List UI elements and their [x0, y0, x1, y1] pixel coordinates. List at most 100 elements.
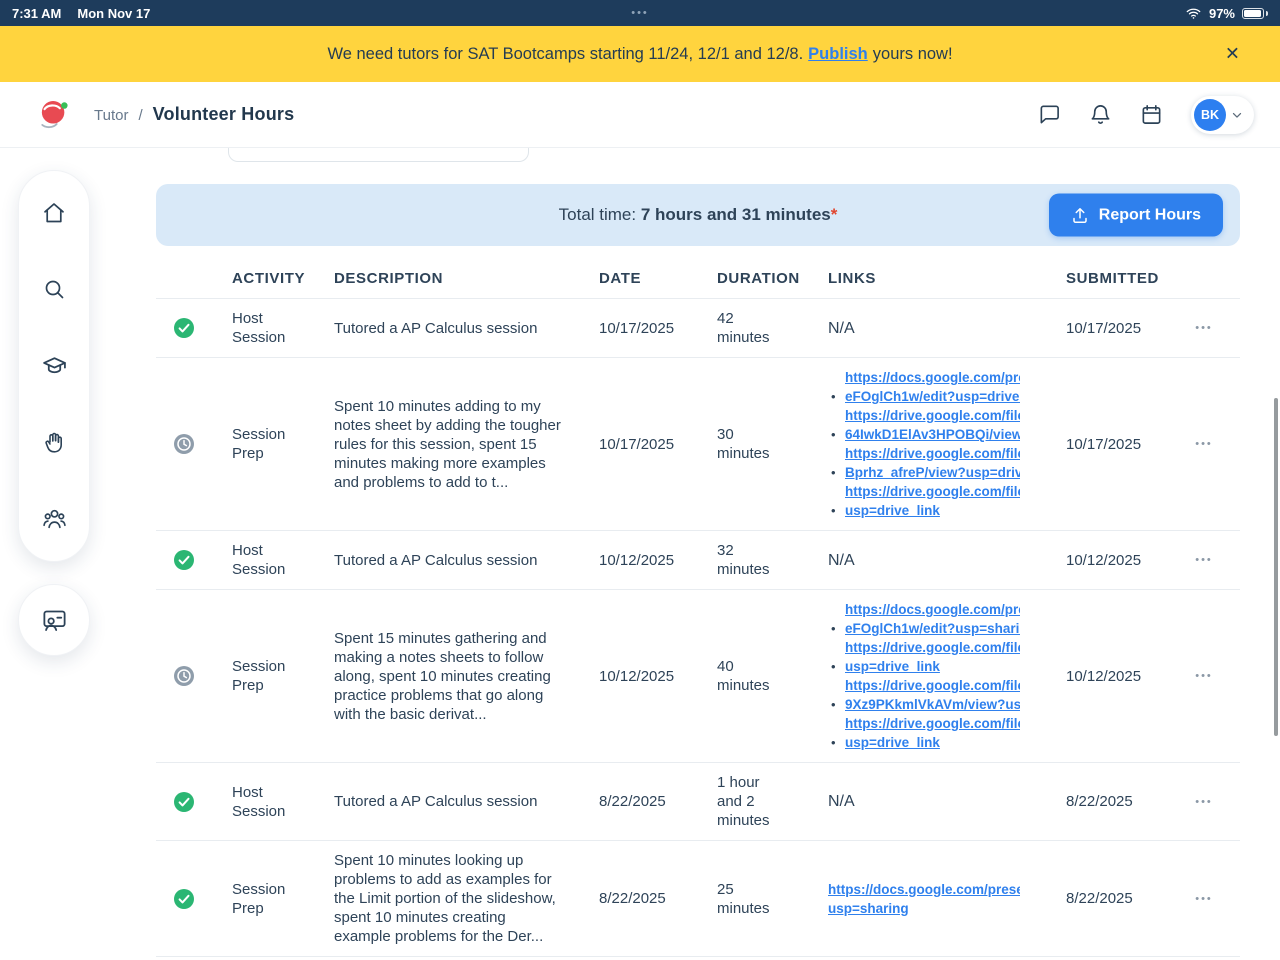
column-header-duration: DURATION [692, 269, 792, 288]
activity-cell: Session Prep [212, 425, 316, 463]
row-menu-button[interactable]: ••• [1191, 666, 1217, 686]
chevron-down-icon [1228, 108, 1251, 122]
schoolhouse-logo[interactable] [36, 97, 72, 133]
avatar[interactable]: BK [1194, 99, 1226, 131]
promo-message-text: We need tutors for SAT Bootcamps startin… [327, 45, 803, 63]
resource-link[interactable]: eFOglCh1w/edit?usp=sharin [845, 621, 1020, 636]
app-header: Tutor / Volunteer Hours BK [0, 82, 1280, 148]
status-bar: 7:31 AM Mon Nov 17 ••• 97% [0, 0, 1280, 26]
notifications-icon[interactable] [1089, 103, 1112, 126]
links-cell: https://docs.google.com/prese usp=sharing [792, 880, 1020, 918]
links-na: N/A [828, 320, 855, 337]
publish-link[interactable]: Publish [808, 45, 868, 63]
resource-link[interactable]: https://drive.google.com/file [845, 408, 1020, 423]
row-menu-button[interactable]: ••• [1191, 434, 1217, 454]
battery-icon [1242, 8, 1264, 19]
table-row: Host Session Tutored a AP Calculus sessi… [156, 299, 1240, 358]
duration-cell: 32 minutes [692, 541, 792, 579]
clock-status-icon [174, 666, 194, 686]
links-na: N/A [828, 552, 855, 569]
date-cell: 10/17/2025 [580, 435, 692, 454]
page-title: Volunteer Hours [153, 104, 295, 125]
submitted-cell: 10/17/2025 [1020, 435, 1140, 454]
table-row: Session Prep Spent 15 minutes gathering … [156, 590, 1240, 763]
row-menu-button[interactable]: ••• [1191, 318, 1217, 338]
table-row: Host Session Tutored a AP Calculus sessi… [156, 763, 1240, 841]
column-header-submitted: SUBMITTED [1020, 269, 1140, 288]
courses-graduation-cap-icon[interactable] [42, 353, 67, 378]
row-menu-button[interactable]: ••• [1191, 889, 1217, 909]
resource-link[interactable]: usp=drive_link [845, 735, 940, 750]
filter-input[interactable] [228, 148, 529, 162]
resource-link[interactable]: 64IwkD1ElAv3HPOBQi/view [845, 427, 1020, 442]
community-icon[interactable] [42, 506, 67, 531]
promo-message-suffix: yours now! [873, 45, 953, 63]
column-header-date: DATE [580, 269, 692, 288]
resource-link[interactable]: usp=drive_link [845, 503, 940, 518]
resource-link[interactable]: eFOglCh1w/edit?usp=drive_ [845, 389, 1020, 404]
total-time-banner: Total time: 7 hours and 31 minutes* Repo… [156, 184, 1240, 246]
report-hours-label: Report Hours [1099, 206, 1201, 224]
activity-cell: Session Prep [212, 880, 316, 918]
links-cell: N/A [792, 792, 1020, 811]
resource-link[interactable]: https://drive.google.com/file [845, 484, 1020, 499]
resource-link[interactable]: usp=drive_link [845, 659, 940, 674]
row-menu-button[interactable]: ••• [1191, 550, 1217, 570]
description-cell: Spent 10 minutes adding to my notes shee… [316, 397, 580, 492]
resource-link[interactable]: Bprhz_afreP/view?usp=driv [845, 465, 1020, 480]
main-content: Total time: 7 hours and 31 minutes* Repo… [156, 148, 1240, 957]
resource-link[interactable]: https://docs.google.com/pre [845, 370, 1020, 385]
date-cell: 8/22/2025 [580, 889, 692, 908]
submitted-cell: 8/22/2025 [1020, 792, 1140, 811]
resource-link[interactable]: https://docs.google.com/prese [828, 882, 1020, 897]
upload-icon [1071, 206, 1089, 224]
description-cell: Spent 15 minutes gathering and making a … [316, 629, 580, 724]
profile-menu[interactable]: BK [1191, 96, 1254, 134]
table-header-row: ACTIVITY DESCRIPTION DATE DURATION LINKS… [156, 258, 1240, 299]
check-status-icon [174, 318, 194, 338]
submitted-cell: 10/12/2025 [1020, 667, 1140, 686]
bullet: • [831, 733, 836, 752]
close-icon[interactable]: ✕ [1219, 42, 1246, 67]
links-cell: https://docs.google.com/pre • eFOglCh1w/ed… [792, 368, 1020, 520]
submitted-cell: 10/17/2025 [1020, 319, 1140, 338]
description-cell: Tutored a AP Calculus session [316, 792, 580, 811]
column-header-activity: ACTIVITY [212, 269, 316, 288]
resource-link[interactable]: usp=sharing [828, 901, 909, 916]
home-icon[interactable] [42, 201, 66, 225]
sidebar [18, 170, 90, 562]
resource-link[interactable]: 9Xz9PKkmlVkAVm/view?us [845, 697, 1020, 712]
date-cell: 10/12/2025 [580, 667, 692, 686]
check-status-icon [174, 792, 194, 812]
clock-status-icon [174, 434, 194, 454]
header-actions: BK [1038, 96, 1254, 134]
resource-link[interactable]: https://drive.google.com/file [845, 716, 1020, 731]
resource-link[interactable]: https://docs.google.com/pre [845, 602, 1020, 617]
links-cell: https://docs.google.com/pre • eFOglCh1w/ed… [792, 600, 1020, 752]
table-row: Session Prep Spent 10 minutes adding to … [156, 358, 1240, 531]
submitted-cell: 8/22/2025 [1020, 889, 1140, 908]
scrollbar[interactable] [1274, 398, 1278, 736]
row-menu-button[interactable]: ••• [1191, 792, 1217, 812]
bullet: • [831, 463, 836, 482]
report-hours-button[interactable]: Report Hours [1049, 194, 1223, 237]
duration-cell: 42 minutes [692, 309, 792, 347]
resource-link[interactable]: https://drive.google.com/file [845, 446, 1020, 461]
total-time-label: Total time: [559, 205, 641, 224]
messages-icon[interactable] [1038, 103, 1061, 126]
bullet: • [831, 425, 836, 444]
resource-link[interactable]: https://drive.google.com/file [845, 678, 1020, 693]
search-icon[interactable] [42, 277, 66, 301]
resource-link[interactable]: https://drive.google.com/file [845, 640, 1020, 655]
calendar-icon[interactable] [1140, 103, 1163, 126]
sessions-icon[interactable] [18, 584, 90, 656]
check-status-icon [174, 889, 194, 909]
bullet: • [831, 619, 836, 638]
activity-cell: Host Session [212, 541, 316, 579]
bullet: • [831, 657, 836, 676]
table-body: Host Session Tutored a AP Calculus sessi… [156, 299, 1240, 957]
volunteer-hand-icon[interactable] [42, 430, 66, 454]
breadcrumb-tutor[interactable]: Tutor [94, 107, 128, 124]
status-date: Mon Nov 17 [77, 6, 150, 21]
description-cell: Tutored a AP Calculus session [316, 551, 580, 570]
